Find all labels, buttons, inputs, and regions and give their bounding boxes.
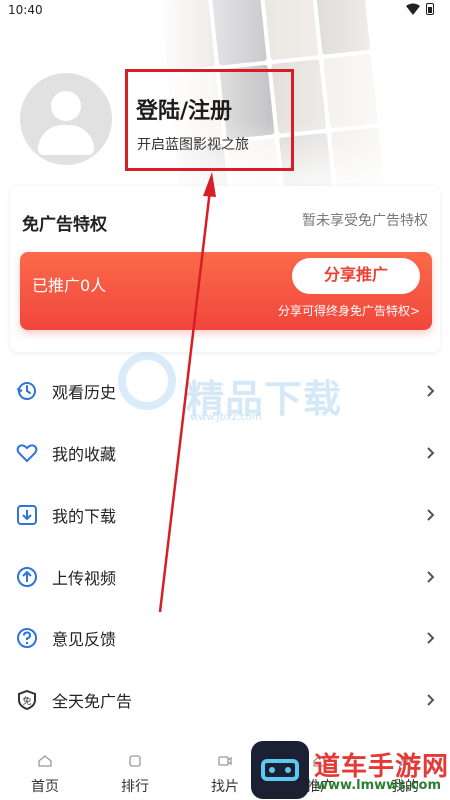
site-watermark-url: www.lmwws.com	[316, 778, 442, 793]
rank-icon	[129, 755, 141, 767]
find-icon	[218, 756, 232, 766]
menu-item-label: 意见反馈	[52, 630, 117, 649]
chevron-right-icon	[427, 385, 435, 397]
ad-privilege-status: 暂未享受免广告特权	[302, 213, 428, 229]
download-icon	[17, 505, 37, 525]
nav-label: 排行	[121, 779, 149, 795]
menu-item-history[interactable]: 观看历史	[0, 363, 450, 419]
nav-label: 首页	[31, 779, 59, 795]
menu-item-ad-free[interactable]: 免 全天免广告	[0, 672, 450, 728]
menu-item-upload[interactable]: 上传视频	[0, 549, 450, 605]
login-subtitle: 开启蓝图影视之旅	[137, 137, 249, 153]
menu-item-label: 我的下载	[52, 507, 117, 526]
nav-home[interactable]: 首页	[10, 745, 80, 800]
share-hint-link[interactable]: 分享可得终身免广告特权>	[278, 302, 420, 319]
menu-item-label: 全天免广告	[52, 692, 133, 711]
question-icon	[17, 628, 37, 648]
nav-label: 找片	[211, 779, 239, 795]
ad-privilege-title: 免广告特权	[22, 215, 107, 235]
ad-free-icon: 免	[18, 689, 36, 711]
status-bar: 10:40	[0, 0, 450, 24]
share-promote-button[interactable]: 分享推广	[292, 258, 420, 294]
battery-icon	[426, 3, 434, 15]
nav-rank[interactable]: 排行	[100, 745, 170, 800]
history-icon	[17, 382, 36, 400]
upload-icon	[17, 567, 37, 587]
menu-item-label: 我的收藏	[52, 445, 117, 464]
chevron-right-icon	[427, 509, 435, 521]
wifi-icon	[406, 3, 420, 15]
home-icon	[38, 755, 52, 767]
nav-find[interactable]: 找片	[190, 745, 260, 800]
avatar[interactable]	[20, 73, 112, 165]
chevron-right-icon	[427, 571, 435, 583]
menu-item-label: 上传视频	[52, 569, 117, 588]
menu-item-downloads[interactable]: 我的下载	[0, 487, 450, 543]
chevron-right-icon	[427, 447, 435, 459]
svg-text:免: 免	[22, 695, 31, 707]
menu-item-label: 观看历史	[52, 383, 117, 402]
menu-item-feedback[interactable]: 意见反馈	[0, 610, 450, 666]
chevron-right-icon	[427, 694, 435, 706]
site-logo	[251, 741, 309, 799]
heart-icon	[16, 444, 38, 463]
promoted-count: 已推广0人	[32, 276, 107, 295]
menu-item-favorites[interactable]: 我的收藏	[0, 425, 450, 481]
login-register-link[interactable]: 登陆/注册	[136, 93, 232, 125]
status-time: 10:40	[8, 3, 43, 17]
chevron-right-icon	[427, 632, 435, 644]
